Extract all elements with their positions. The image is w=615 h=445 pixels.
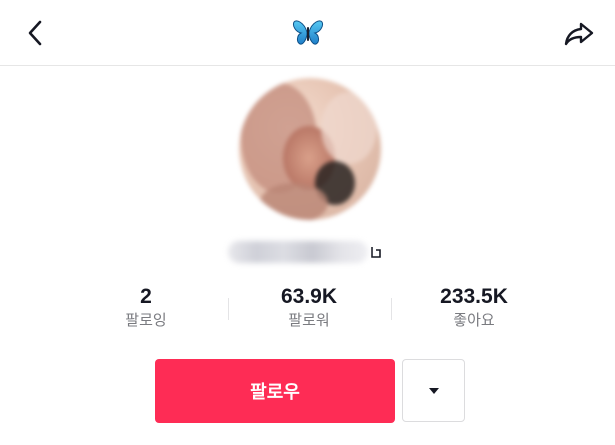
blurred-username (228, 241, 368, 263)
avatar (239, 78, 381, 220)
likes-label: 좋아요 (453, 311, 495, 329)
more-options-button[interactable] (402, 359, 465, 422)
username-end-glyph (371, 247, 381, 258)
follow-button[interactable]: 팔로우 (155, 359, 395, 423)
stat-likes: 233.5K 좋아요 (394, 284, 554, 330)
back-button[interactable] (20, 18, 50, 48)
following-label: 팔로잉 (125, 311, 167, 329)
username (228, 232, 388, 272)
butterfly-logo-icon (292, 18, 324, 48)
chevron-left-icon (28, 20, 42, 46)
stat-followers[interactable]: 63.9K 팔로워 (229, 284, 389, 330)
likes-count: 233.5K (440, 285, 508, 308)
share-button[interactable] (562, 19, 596, 49)
profile-stats: 2 팔로잉 63.9K 팔로워 233.5K 좋아요 (66, 284, 550, 344)
stat-following[interactable]: 2 팔로잉 (66, 284, 226, 330)
top-bar (0, 0, 615, 66)
share-arrow-icon (564, 22, 594, 46)
following-count: 2 (140, 285, 152, 308)
stat-divider (391, 298, 392, 320)
followers-label: 팔로워 (288, 311, 330, 329)
followers-count: 63.9K (280, 285, 338, 308)
profile-screen: 2 팔로잉 63.9K 팔로워 233.5K 좋아요 팔로우 (0, 0, 615, 445)
caret-down-icon (428, 387, 439, 394)
